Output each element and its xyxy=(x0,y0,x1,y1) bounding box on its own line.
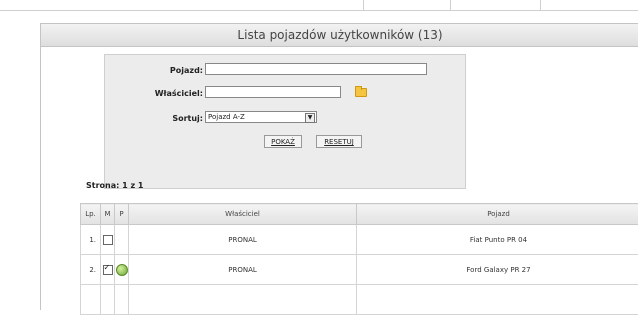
top-tabs-area xyxy=(363,0,634,10)
owner-input[interactable] xyxy=(205,86,341,98)
vehicle-cell[interactable]: Ford Galaxy PR 27 xyxy=(357,255,638,285)
m-checkbox[interactable] xyxy=(103,265,113,275)
column-header-lp[interactable]: Lp. xyxy=(81,204,101,225)
reset-button[interactable]: RESETUJ xyxy=(316,135,362,148)
photo-icon[interactable] xyxy=(116,264,128,276)
vehicle-label: Pojazd: xyxy=(105,66,203,75)
row-number: 2. xyxy=(81,255,101,285)
owner-cell: PRONAL xyxy=(129,255,357,285)
vehicle-input[interactable] xyxy=(205,63,427,75)
m-checkbox[interactable] xyxy=(103,235,113,245)
p-cell xyxy=(115,225,129,255)
owner-cell: PRONAL xyxy=(129,225,357,255)
m-cell xyxy=(101,255,115,285)
column-header-vehicle[interactable]: Pojazd xyxy=(357,204,638,225)
table-row: 2. PRONAL Ford Galaxy PR 27 xyxy=(81,255,638,285)
table-row xyxy=(81,285,638,315)
vehicles-table: Lp. M P Właściciel Pojazd 1. PRONAL Fiat… xyxy=(80,203,638,315)
p-cell xyxy=(115,255,129,285)
vehicle-cell[interactable]: Fiat Punto PR 04 xyxy=(357,225,638,255)
chevron-down-icon[interactable]: ▼ xyxy=(305,113,315,123)
pagination-info: Strona: 1 z 1 xyxy=(86,181,143,190)
filter-form: Pojazd: Właściciel: Sortuj: Pojazd A-Z ▼… xyxy=(104,54,466,189)
row-number: 1. xyxy=(81,225,101,255)
folder-icon[interactable] xyxy=(355,88,367,97)
m-cell xyxy=(101,225,115,255)
sort-select[interactable]: Pojazd A-Z ▼ xyxy=(205,111,317,123)
sort-select-value: Pojazd A-Z xyxy=(208,113,245,121)
column-header-p[interactable]: P xyxy=(115,204,129,225)
column-header-owner[interactable]: Właściciel xyxy=(129,204,357,225)
column-header-m[interactable]: M xyxy=(101,204,115,225)
owner-label: Właściciel: xyxy=(105,89,203,98)
table-row: 1. PRONAL Fiat Punto PR 04 xyxy=(81,225,638,255)
top-divider xyxy=(0,10,638,11)
table-header-row: Lp. M P Właściciel Pojazd xyxy=(81,204,638,225)
show-button[interactable]: POKAŻ xyxy=(264,135,302,148)
sort-label: Sortuj: xyxy=(105,114,203,123)
page-title: Lista pojazdów użytkowników (13) xyxy=(41,24,638,47)
